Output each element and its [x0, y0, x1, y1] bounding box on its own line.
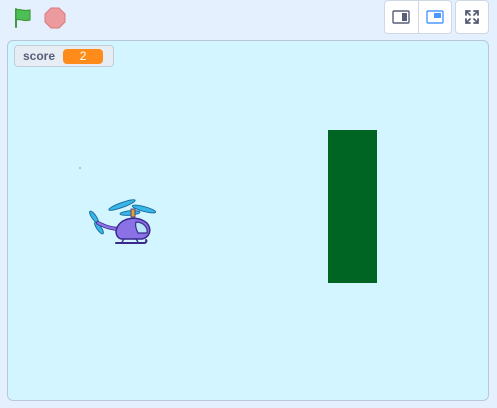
- monitor-label: score: [23, 49, 56, 63]
- monitor-value: 2: [63, 48, 104, 64]
- stage-speck: [79, 167, 81, 169]
- normal-stage-icon: [426, 10, 444, 24]
- green-flag-button[interactable]: [8, 3, 38, 33]
- stop-sign-icon: [44, 7, 66, 29]
- green-flag-icon: [15, 8, 31, 28]
- stage-canvas[interactable]: score 2: [7, 40, 489, 401]
- small-stage-icon: [392, 10, 410, 24]
- normal-stage-button[interactable]: [417, 1, 452, 33]
- helicopter-sprite[interactable]: [86, 197, 158, 251]
- stage-header: [0, 0, 497, 38]
- score-monitor[interactable]: score 2: [14, 45, 114, 67]
- stage-size-toggle: [384, 0, 452, 34]
- stop-button[interactable]: [40, 3, 70, 33]
- small-stage-button[interactable]: [385, 1, 418, 33]
- pipe-sprite[interactable]: [328, 130, 377, 283]
- fullscreen-icon: [465, 10, 479, 24]
- fullscreen-button[interactable]: [455, 0, 489, 34]
